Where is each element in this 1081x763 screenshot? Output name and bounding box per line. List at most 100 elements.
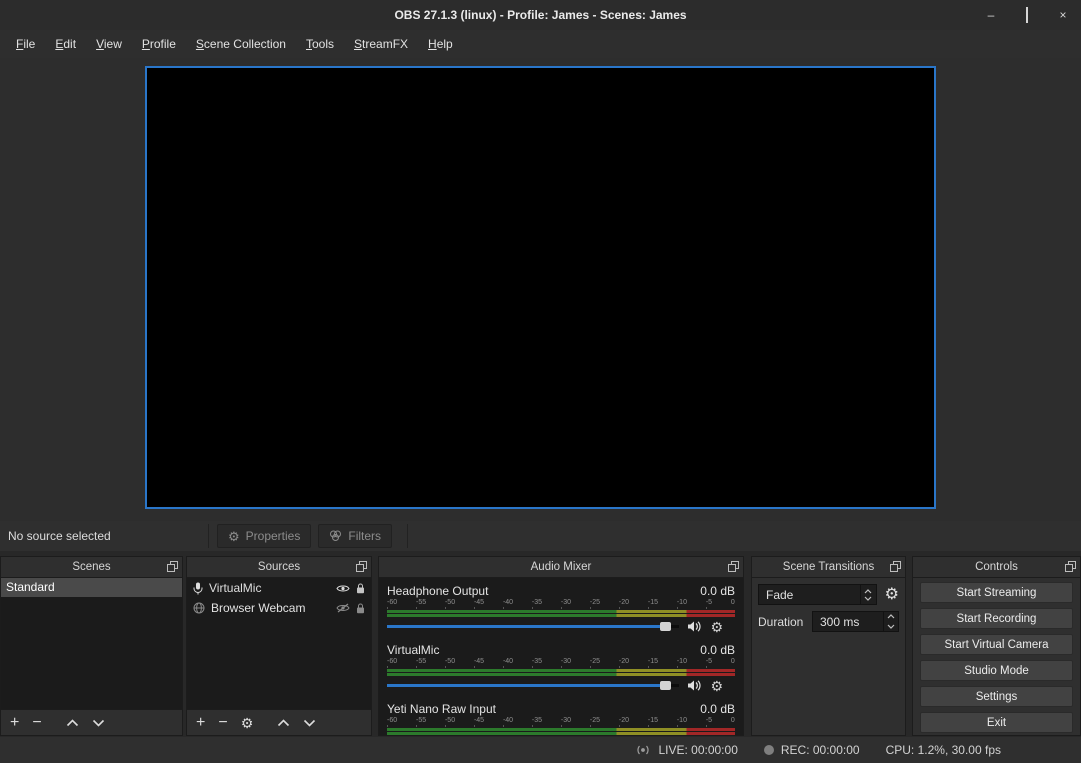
source-item[interactable]: Browser Webcam: [187, 598, 371, 618]
audio-mixer-panel-header: Audio Mixer: [379, 557, 743, 578]
popout-icon[interactable]: [890, 561, 901, 572]
add-scene-icon[interactable]: +: [10, 715, 19, 731]
scenes-list: Standard: [1, 578, 182, 709]
remove-scene-icon[interactable]: −: [32, 715, 41, 731]
source-item[interactable]: VirtualMic: [187, 578, 371, 598]
lock-icon[interactable]: [356, 603, 365, 614]
menu-view[interactable]: View: [86, 30, 132, 58]
properties-button-label: Properties: [246, 529, 301, 543]
scenes-panel: Scenes Standard + −: [0, 556, 183, 736]
meter-tick-label: -25: [590, 657, 600, 666]
cpu-fps-stats: CPU: 1.2%, 30.00 fps: [886, 743, 1001, 757]
sources-panel-title: Sources: [258, 561, 300, 573]
menu-profile[interactable]: Profile: [132, 30, 186, 58]
meter-tickmarks: [387, 607, 735, 609]
move-scene-up-icon[interactable]: [66, 719, 79, 727]
transition-properties-gear-icon[interactable]: ⚙: [885, 587, 899, 603]
duration-increase-icon[interactable]: [884, 612, 898, 622]
maximize-icon[interactable]: [1021, 9, 1033, 21]
meter-tick-label: -35: [532, 716, 542, 725]
source-properties-gear-icon[interactable]: ⚙: [241, 716, 254, 730]
properties-button[interactable]: ⚙ Properties: [217, 524, 311, 548]
controls-panel-title: Controls: [975, 561, 1018, 573]
meter-tick-label: -25: [590, 598, 600, 607]
studio-mode-button[interactable]: Studio Mode: [920, 660, 1073, 681]
minimize-icon[interactable]: –: [985, 9, 997, 21]
filters-button-label: Filters: [348, 529, 381, 543]
filters-button[interactable]: Filters: [318, 524, 392, 548]
mixer-volume-db: 0.0 dB: [700, 584, 735, 598]
scene-transitions-panel-header: Scene Transitions: [752, 557, 905, 578]
mixer-channel: Yeti Nano Raw Input 0.0 dB -60-55-50-45-…: [379, 699, 743, 735]
exit-button[interactable]: Exit: [920, 712, 1073, 733]
meter-tick-label: -55: [416, 716, 426, 725]
visibility-eye-slash-icon[interactable]: [336, 603, 350, 613]
volume-slider-handle[interactable]: [660, 622, 671, 631]
dock-area: Scenes Standard + − Sources: [0, 551, 1081, 736]
filters-icon: [329, 530, 342, 542]
meter-tick-label: -40: [503, 716, 513, 725]
gear-icon[interactable]: ⚙: [710, 620, 723, 634]
menu-scene-collection[interactable]: Scene Collection: [186, 30, 296, 58]
move-source-up-icon[interactable]: [277, 719, 290, 727]
volume-slider[interactable]: [387, 622, 679, 631]
record-dot-icon: [764, 745, 774, 755]
gear-icon[interactable]: ⚙: [710, 679, 723, 693]
speaker-icon[interactable]: [687, 620, 702, 633]
gear-icon: ⚙: [228, 530, 240, 543]
source-item-label: Browser Webcam: [211, 601, 330, 615]
audio-mixer-body: Headphone Output 0.0 dB -60-55-50-45-40-…: [379, 578, 743, 735]
lock-icon[interactable]: [356, 583, 365, 594]
menu-edit[interactable]: Edit: [45, 30, 86, 58]
meter-tick-label: -30: [561, 657, 571, 666]
meter-tick-label: -55: [416, 657, 426, 666]
settings-button[interactable]: Settings: [920, 686, 1073, 707]
meter-tick-label: -60: [387, 657, 397, 666]
visibility-eye-icon[interactable]: [336, 584, 350, 593]
volume-slider-handle[interactable]: [660, 681, 671, 690]
menu-file[interactable]: File: [6, 30, 45, 58]
duration-spinbox[interactable]: 300 ms: [812, 611, 899, 632]
duration-value: 300 ms: [813, 615, 883, 629]
add-source-icon[interactable]: +: [196, 715, 205, 731]
scene-item[interactable]: Standard: [1, 578, 182, 597]
start-streaming-button[interactable]: Start Streaming: [920, 582, 1073, 603]
speaker-icon[interactable]: [687, 679, 702, 692]
status-bar: LIVE: 00:00:00 REC: 00:00:00 CPU: 1.2%, …: [0, 736, 1081, 763]
start-recording-button[interactable]: Start Recording: [920, 608, 1073, 629]
start-virtual-camera-button[interactable]: Start Virtual Camera: [920, 634, 1073, 655]
popout-icon[interactable]: [167, 561, 178, 572]
meter-tick-label: -15: [648, 598, 658, 607]
menu-tools[interactable]: Tools: [296, 30, 344, 58]
globe-icon: [193, 602, 205, 614]
preview-canvas[interactable]: [145, 66, 936, 509]
meter-tick-label: -40: [503, 657, 513, 666]
meter-tick-label: -20: [619, 598, 629, 607]
mixer-volume-db: 0.0 dB: [700, 702, 735, 716]
mixer-source-name: VirtualMic: [387, 643, 439, 657]
close-icon[interactable]: ×: [1057, 9, 1069, 21]
source-toolbar: No source selected ⚙ Properties Filters: [0, 521, 1081, 551]
popout-icon[interactable]: [728, 561, 739, 572]
scene-transitions-panel-title: Scene Transitions: [783, 561, 874, 573]
menu-help[interactable]: Help: [418, 30, 463, 58]
microphone-icon: [193, 582, 203, 595]
meter-tickmarks: [387, 725, 735, 727]
remove-source-icon[interactable]: −: [218, 715, 227, 731]
source-item-label: VirtualMic: [209, 581, 330, 595]
volume-slider[interactable]: [387, 681, 679, 690]
preview-area: [0, 58, 1081, 521]
meter-tick-label: -60: [387, 716, 397, 725]
mixer-source-name: Yeti Nano Raw Input: [387, 702, 496, 716]
transition-select[interactable]: Fade: [758, 584, 877, 605]
meter-tick-label: -10: [677, 598, 687, 607]
meter-tick-label: -25: [590, 716, 600, 725]
popout-icon[interactable]: [1065, 561, 1076, 572]
menu-streamfx[interactable]: StreamFX: [344, 30, 418, 58]
move-source-down-icon[interactable]: [303, 719, 316, 727]
live-time-label: LIVE: 00:00:00: [658, 743, 737, 757]
combo-spin-arrows[interactable]: [860, 585, 876, 604]
duration-decrease-icon[interactable]: [884, 622, 898, 632]
move-scene-down-icon[interactable]: [92, 719, 105, 727]
popout-icon[interactable]: [356, 561, 367, 572]
